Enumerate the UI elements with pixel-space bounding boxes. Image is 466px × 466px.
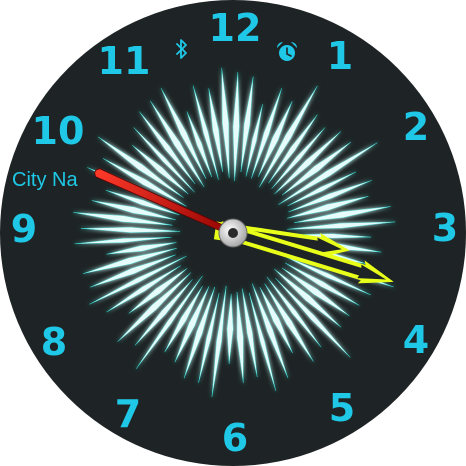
numeral-4: 4 bbox=[403, 318, 429, 362]
center-cap bbox=[218, 218, 248, 248]
numeral-8: 8 bbox=[41, 320, 67, 364]
numeral-5: 5 bbox=[329, 386, 355, 430]
numeral-9: 9 bbox=[11, 207, 37, 251]
numeral-1: 1 bbox=[327, 34, 353, 78]
numeral-3: 3 bbox=[432, 206, 458, 250]
numeral-12: 12 bbox=[209, 6, 262, 50]
numeral-2: 2 bbox=[403, 105, 429, 149]
numeral-6: 6 bbox=[222, 416, 248, 460]
city-name-label: City Na bbox=[12, 169, 78, 191]
watch-face: 12 1 2 3 4 5 6 7 8 9 10 11 City Na bbox=[0, 0, 466, 466]
numeral-11: 11 bbox=[98, 39, 151, 83]
numeral-7: 7 bbox=[115, 392, 141, 436]
numeral-10: 10 bbox=[32, 109, 85, 153]
